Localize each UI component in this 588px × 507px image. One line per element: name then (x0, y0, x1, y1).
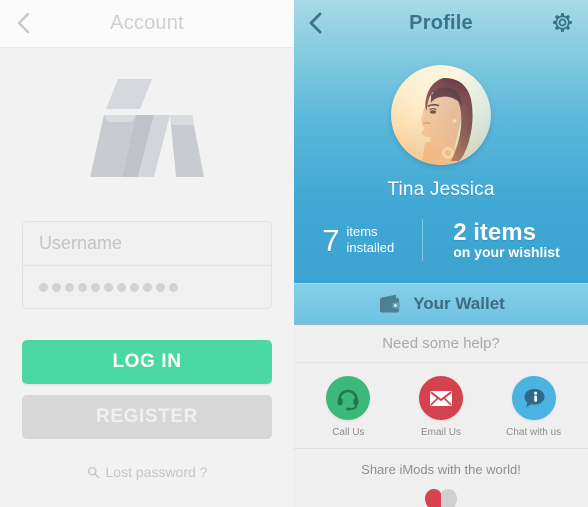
back-button[interactable] (308, 12, 322, 34)
wallet-icon (380, 294, 401, 313)
chat-info-icon (524, 389, 545, 408)
page-title: Profile (409, 11, 473, 34)
stat-wishlist-number: 2 items (453, 218, 536, 246)
call-us-button[interactable]: Call Us (305, 376, 391, 438)
help-options: Call Us Email Us Chat with us (294, 363, 588, 449)
search-icon (87, 466, 100, 479)
lost-password-label: Lost password ? (105, 464, 208, 480)
settings-button[interactable] (550, 10, 575, 35)
chat-with-us-button[interactable]: Chat with us (491, 376, 577, 438)
chat-with-us-circle (511, 376, 556, 420)
heart-icon (425, 489, 457, 507)
username-input[interactable] (39, 233, 255, 254)
password-field-row[interactable] (23, 265, 271, 308)
wallet-label: Your Wallet (413, 294, 505, 313)
headset-icon (337, 389, 359, 411)
page-title: Account (110, 12, 184, 34)
back-button[interactable] (12, 12, 34, 34)
share-section: Share iMods with the world! (294, 449, 588, 507)
chevron-left-icon (309, 12, 322, 34)
profile-hero: Profile Tina Jessica 7 items installed 2… (294, 0, 588, 283)
call-us-circle (326, 376, 371, 420)
avatar[interactable] (391, 65, 491, 165)
account-screen: Account Username LOG IN REGISTER Lost pa… (0, 0, 294, 507)
logo-container (0, 48, 294, 213)
imods-logo-icon (90, 78, 204, 177)
login-button[interactable]: LOG IN (22, 340, 272, 384)
email-us-button[interactable]: Email Us (398, 376, 484, 438)
account-header: Account (0, 0, 294, 48)
chevron-left-icon (17, 12, 30, 34)
app-root: Account Username LOG IN REGISTER Lost pa… (0, 0, 588, 507)
call-us-label: Call Us (332, 427, 365, 438)
envelope-icon (429, 391, 452, 406)
share-text: Share iMods with the world! (361, 462, 521, 477)
stat-wishlist-label: 2 items on your wishlist (453, 218, 560, 260)
user-avatar-photo (391, 65, 491, 165)
stat-installed-number: 7 (322, 222, 340, 258)
lost-password-link[interactable]: Lost password ? (0, 464, 294, 480)
profile-header: Profile (294, 0, 588, 46)
stat-wishlist: 2 items on your wishlist (423, 220, 560, 261)
wallet-button[interactable]: Your Wallet (294, 283, 588, 325)
stat-installed-label: items installed (346, 224, 395, 255)
email-us-circle (418, 376, 463, 420)
login-form (22, 221, 272, 309)
chat-with-us-label: Chat with us (506, 427, 562, 438)
email-us-label: Email Us (420, 427, 461, 438)
profile-screen: Profile Tina Jessica 7 items installed 2… (294, 0, 588, 507)
avatar-container (294, 65, 588, 165)
register-button[interactable]: REGISTER (22, 395, 272, 439)
help-section-title: Need some help? (294, 325, 588, 363)
user-name: Tina Jessica (387, 179, 495, 200)
share-heart-button[interactable] (294, 486, 588, 507)
password-masked-value (39, 282, 178, 292)
stat-installed: 7 items installed (322, 224, 422, 256)
gear-icon (553, 13, 572, 32)
username-field-row[interactable] (23, 222, 271, 265)
profile-stats: 7 items installed 2 items on your wishli… (294, 219, 588, 261)
